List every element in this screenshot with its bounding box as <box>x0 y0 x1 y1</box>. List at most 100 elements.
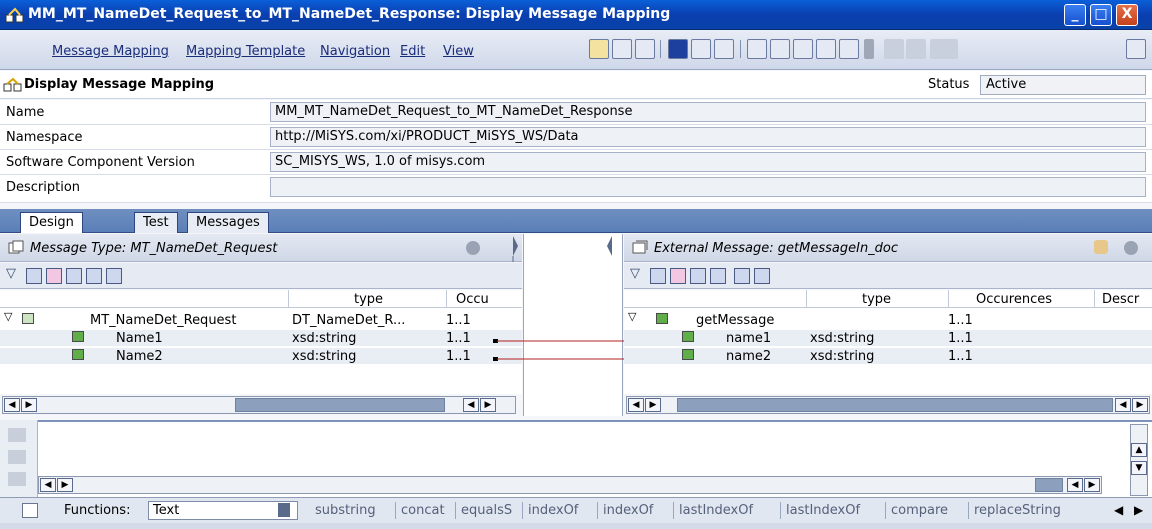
editor-vertical-scrollbar[interactable]: ▲ ▼ <box>1130 424 1148 496</box>
dropdown-icon[interactable] <box>278 503 290 517</box>
menu-view[interactable]: View <box>443 44 474 59</box>
history-icon[interactable] <box>793 39 813 59</box>
pencil-icon[interactable] <box>8 428 26 442</box>
function-lastindexof[interactable]: lastIndexOf <box>786 503 860 518</box>
collapse-icon[interactable]: ▽ <box>628 310 636 323</box>
tab-design[interactable]: Design <box>20 212 83 233</box>
function-equalss[interactable]: equalsS <box>461 503 512 518</box>
scroll-right-icon[interactable]: ▶ <box>57 478 73 492</box>
function-indexof[interactable]: indexOf <box>603 503 653 518</box>
tree-row[interactable]: Name2 xsd:string 1..1 <box>0 348 522 364</box>
back-arrow-icon[interactable] <box>747 39 767 59</box>
menu-message-mapping[interactable]: Message Mapping <box>52 44 169 59</box>
menu-navigation[interactable]: Navigation <box>320 44 390 59</box>
function-compare[interactable]: compare <box>891 503 948 518</box>
export-icon[interactable] <box>884 39 904 59</box>
close-button[interactable]: X <box>1116 4 1138 26</box>
function-category-select[interactable]: Text <box>148 501 298 520</box>
help-icon[interactable] <box>1124 241 1138 255</box>
pin-icon[interactable] <box>1126 39 1146 59</box>
scroll-left-icon[interactable]: ◀ <box>463 398 479 412</box>
activate-icon[interactable] <box>714 39 734 59</box>
node-name: name1 <box>726 331 772 346</box>
save-icon[interactable] <box>612 39 632 59</box>
source-icon[interactable] <box>66 268 82 284</box>
description-field[interactable] <box>270 177 1146 197</box>
node-occurrence: 1..1 <box>446 349 471 364</box>
edit-icon[interactable] <box>8 472 26 486</box>
filter-icon[interactable]: ▽ <box>6 266 22 282</box>
document-icon[interactable] <box>816 39 836 59</box>
copy-icon[interactable] <box>635 39 655 59</box>
function-lastindexof[interactable]: lastIndexOf <box>679 503 753 518</box>
scroll-thumb[interactable] <box>235 398 445 412</box>
info-icon[interactable] <box>668 39 688 59</box>
tree-icon[interactable] <box>26 268 42 284</box>
collapse-icon[interactable]: ▽ <box>4 310 12 323</box>
filter-icon[interactable]: ▽ <box>630 266 646 282</box>
function-substring[interactable]: substring <box>315 503 376 518</box>
scroll-up-icon[interactable]: ▲ <box>1131 443 1147 457</box>
scroll-down-icon[interactable]: ▼ <box>1131 461 1147 475</box>
source-horizontal-scrollbar[interactable]: ◀ ▶ ◀ ▶ <box>2 396 516 414</box>
scroll-left-icon[interactable]: ◀ <box>4 398 20 412</box>
tree-row[interactable]: ▽ getMessage 1..1 <box>624 310 1152 328</box>
functions-label: Functions: <box>64 503 131 518</box>
tree-row[interactable]: name1 xsd:string 1..1 <box>624 330 1152 346</box>
scroll-right-icon[interactable]: ▶ <box>480 398 496 412</box>
export-icon[interactable] <box>734 268 750 284</box>
tree-row[interactable]: Name1 xsd:string 1..1 <box>0 330 522 346</box>
scroll-right-icon[interactable]: ▶ <box>21 398 37 412</box>
source-icon[interactable] <box>690 268 706 284</box>
scroll-right-icon[interactable]: ▶ <box>1134 503 1143 517</box>
tree-icon[interactable] <box>650 268 666 284</box>
minimize-button[interactable]: _ <box>1064 4 1086 26</box>
tree-icon[interactable] <box>8 450 26 464</box>
grid-icon[interactable] <box>46 268 62 284</box>
function-concat[interactable]: concat <box>401 503 445 518</box>
scroll-left-icon[interactable]: ◀ <box>1115 398 1131 412</box>
column-header-occurrences: Occurences <box>976 292 1052 307</box>
help-icon[interactable] <box>466 241 480 255</box>
layout-dropdown-icon[interactable] <box>930 39 958 59</box>
scroll-left-icon[interactable]: ◀ <box>1114 503 1123 517</box>
grid-icon[interactable] <box>670 268 686 284</box>
scroll-left-icon[interactable]: ◀ <box>40 478 56 492</box>
document-icon[interactable] <box>710 268 726 284</box>
editor-horizontal-scrollbar[interactable]: ◀ ▶ ◀ ▶ <box>38 476 1102 494</box>
software-component-field[interactable]: SC_MISYS_WS, 1.0 of misys.com <box>270 152 1146 172</box>
edit-pencil-icon[interactable] <box>589 39 609 59</box>
function-indexof[interactable]: indexOf <box>528 503 578 518</box>
namespace-field[interactable]: http://MiSYS.com/xi/PRODUCT_MiSYS_WS/Dat… <box>270 127 1146 147</box>
scroll-right-icon[interactable]: ▶ <box>1132 398 1148 412</box>
check-icon[interactable] <box>691 39 711 59</box>
scroll-left-icon[interactable]: ◀ <box>1067 478 1083 492</box>
menu-edit[interactable]: Edit <box>400 44 425 59</box>
forward-arrow-icon[interactable] <box>770 39 790 59</box>
scroll-right-icon[interactable]: ▶ <box>1084 478 1100 492</box>
tree-row[interactable]: ▽ MT_NameDet_Request DT_NameDet_R... 1..… <box>0 310 522 328</box>
tree-row[interactable]: name2 xsd:string 1..1 <box>624 348 1152 364</box>
document-icon[interactable] <box>86 268 102 284</box>
scroll-thumb[interactable] <box>1035 478 1063 492</box>
function-replacestring[interactable]: replaceString <box>974 503 1061 518</box>
target-horizontal-scrollbar[interactable]: ◀ ▶ ◀ ▶ <box>626 396 1150 414</box>
scroll-thumb[interactable] <box>677 398 1113 412</box>
search-icon[interactable] <box>754 268 770 284</box>
name-field[interactable]: MM_MT_NameDet_Request_to_MT_NameDet_Resp… <box>270 102 1146 122</box>
notepad-icon[interactable] <box>22 503 38 518</box>
toolbar-separator <box>740 40 741 58</box>
search-icon[interactable] <box>106 268 122 284</box>
tree-icon[interactable] <box>906 39 926 59</box>
settings-icon[interactable] <box>839 39 859 59</box>
scroll-left-icon[interactable]: ◀ <box>628 398 644 412</box>
maximize-button[interactable]: □ <box>1090 4 1112 26</box>
menu-mapping-template[interactable]: Mapping Template <box>186 44 305 59</box>
hand-icon[interactable] <box>1094 240 1108 254</box>
tab-test[interactable]: Test <box>134 212 178 233</box>
status-strip <box>0 523 1152 529</box>
message-type-icon <box>8 240 24 254</box>
delete-icon[interactable] <box>864 39 874 59</box>
tab-messages[interactable]: Messages <box>187 212 269 233</box>
scroll-right-icon[interactable]: ▶ <box>645 398 661 412</box>
